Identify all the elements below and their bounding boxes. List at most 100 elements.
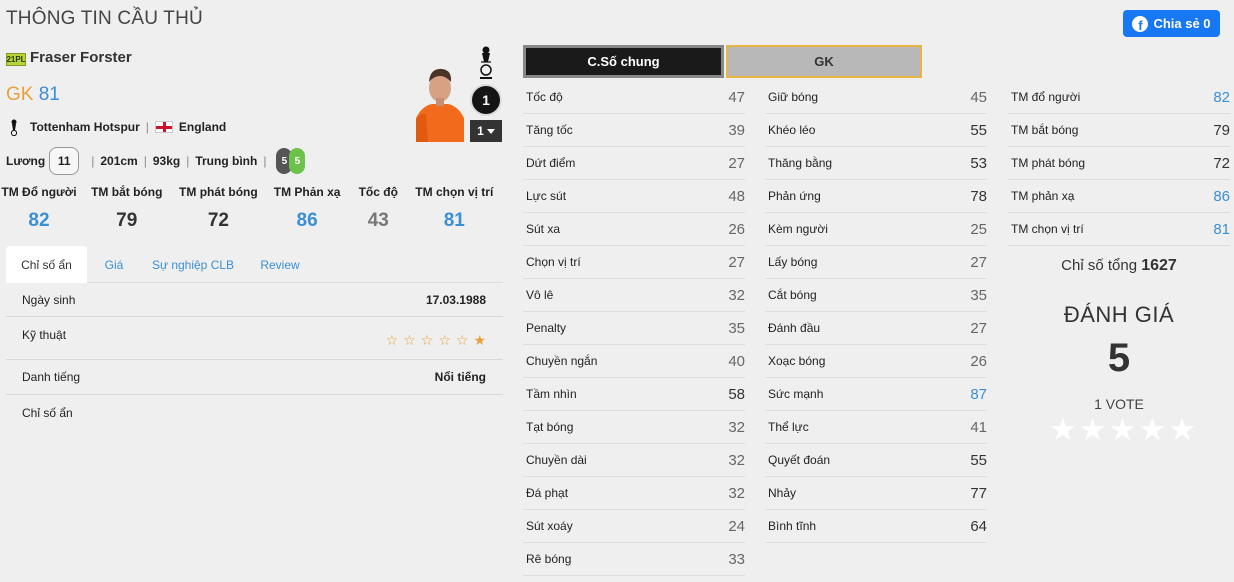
attributes-row: Lương 11 | 201cm | 93kg | Trung bình | 5… xyxy=(6,147,306,175)
star-icon[interactable]: ★ xyxy=(1168,414,1196,445)
info-label: Ngày sinh xyxy=(22,292,76,307)
star-icon[interactable]: ★ xyxy=(1079,414,1107,445)
stat-row: TM phản xạ 86 xyxy=(1008,180,1230,213)
separator: | xyxy=(145,120,149,134)
gk-stat: Tốc độ 43 xyxy=(353,185,404,232)
position: GK xyxy=(6,84,34,105)
stat-label: Lực sút xyxy=(526,189,567,203)
wage-badge: 11 xyxy=(49,147,80,175)
stat-value: 45 xyxy=(970,88,987,106)
tab-price[interactable]: Giá xyxy=(87,246,141,283)
stat-value: 39 xyxy=(728,121,745,139)
stat-label: Penalty xyxy=(526,321,567,335)
wage-label: Lương xyxy=(6,154,46,168)
stat-value: 48 xyxy=(728,187,745,205)
star-icon[interactable]: ★ xyxy=(1049,414,1077,445)
stat-value: 32 xyxy=(728,286,745,304)
stat-label: Quyết đoán xyxy=(768,453,831,467)
tab-gk-stats[interactable]: GK xyxy=(726,45,922,78)
stat-row: Tăng tốc 39 xyxy=(523,114,745,147)
separator: | xyxy=(263,154,267,168)
stat-label: Lấy bóng xyxy=(768,255,818,269)
stat-label: Nhảy xyxy=(768,486,797,500)
stat-row: Rê bóng 33 xyxy=(523,543,745,576)
tab-club-career[interactable]: Sự nghiệp CLB xyxy=(141,246,245,283)
stat-value: 87 xyxy=(970,385,987,403)
total-stats: Chỉ số tổng 1627 xyxy=(1011,257,1227,275)
star-icon[interactable]: ★ xyxy=(1138,414,1166,445)
stat-label: Tầm nhìn xyxy=(526,387,577,401)
gk-stat-value: 82 xyxy=(28,210,50,231)
stat-row: Thăng bằng 53 xyxy=(765,147,987,180)
stat-row: Sức mạnh 87 xyxy=(765,378,987,411)
stat-value: 72 xyxy=(1213,154,1230,172)
stat-label: Đánh đầu xyxy=(768,321,821,335)
stat-label: Khéo léo xyxy=(768,123,816,137)
stat-row: TM chọn vị trí 81 xyxy=(1008,213,1230,246)
stat-label: Vô lê xyxy=(526,288,554,302)
info-tabs: Chỉ số ẩn Giá Sự nghiệp CLB Review xyxy=(6,246,503,283)
facebook-icon: f xyxy=(1132,15,1149,32)
info-row-hidden: Chỉ số ẩn xyxy=(6,395,503,431)
info-row-birth: Ngày sinh 17.03.1988 xyxy=(6,283,503,317)
gk-stat: TM Đổ người 82 xyxy=(0,185,78,232)
gk-stat-label: TM Đổ người xyxy=(1,185,77,199)
stat-row: Khéo léo 55 xyxy=(765,114,987,147)
stat-row: TM bắt bóng 79 xyxy=(1008,114,1230,147)
skill-stars: ☆ ☆ ☆ ☆ ☆ ★ xyxy=(386,332,486,349)
total-value: 1627 xyxy=(1141,257,1177,274)
info-label: Chỉ số ẩn xyxy=(22,406,73,420)
stat-row: Sút xoáy 24 xyxy=(523,510,745,543)
stat-row: Kèm người 25 xyxy=(765,213,987,246)
stat-label: Sức mạnh xyxy=(768,387,824,401)
jersey-number-select[interactable]: 1 xyxy=(470,120,502,142)
height: 201cm xyxy=(100,154,138,168)
england-flag-icon xyxy=(154,121,173,133)
info-value: Nổi tiếng xyxy=(434,370,486,384)
stat-row: Thể lực 41 xyxy=(765,411,987,444)
vote-count: 1 VOTE xyxy=(1094,396,1144,412)
stat-value: 26 xyxy=(970,352,987,370)
star-filled-icon: ★ xyxy=(473,331,486,348)
stat-row: Tạt bóng 32 xyxy=(523,411,745,444)
stat-label: Thăng bằng xyxy=(768,156,833,170)
stat-label: Chuyền dài xyxy=(526,453,587,467)
star-outline-icon: ☆ xyxy=(420,331,434,348)
gk-stat-label: TM Phản xạ xyxy=(273,185,341,199)
player-name: Fraser Forster xyxy=(30,49,132,66)
gk-stat: TM Phản xạ 86 xyxy=(261,185,353,232)
stat-label: TM phản xạ xyxy=(1011,189,1075,203)
overall-rating: 81 xyxy=(38,84,60,105)
tab-hidden-stats[interactable]: Chỉ số ẩn xyxy=(6,246,87,283)
gk-stat-label: Tốc độ xyxy=(358,185,398,199)
info-label: Danh tiếng xyxy=(22,370,81,384)
stat-row: Lực sút 48 xyxy=(523,180,745,213)
gk-stat: TM bắt bóng 79 xyxy=(78,185,175,232)
stat-label: TM bắt bóng xyxy=(1011,123,1079,137)
share-button[interactable]: f Chia sẻ 0 xyxy=(1123,10,1220,37)
gk-stat-label: TM phát bóng xyxy=(179,185,258,199)
separator: | xyxy=(143,154,147,168)
stat-value: 27 xyxy=(728,154,745,172)
stat-label: TM đổ người xyxy=(1011,90,1081,104)
stat-row: TM phát bóng 72 xyxy=(1008,147,1230,180)
star-icon[interactable]: ★ xyxy=(1109,414,1137,445)
share-label: Chia sẻ 0 xyxy=(1153,16,1211,31)
tab-general-stats[interactable]: C.Số chung xyxy=(523,45,724,78)
stat-value: 33 xyxy=(728,550,745,568)
season-badge: 21PL xyxy=(6,53,26,66)
stat-row: Quyết đoán 55 xyxy=(765,444,987,477)
stat-label: Giữ bóng xyxy=(768,90,819,104)
tab-review[interactable]: Review xyxy=(245,246,315,283)
stat-row: Chuyền ngắn 40 xyxy=(523,345,745,378)
stats-column-2: Giữ bóng 45 Khéo léo 55 Thăng bằng 53 Phản ứng… xyxy=(765,81,987,543)
total-label: Chỉ số tổng xyxy=(1061,257,1138,274)
stat-label: Chọn vị trí xyxy=(526,255,581,269)
stat-value: 35 xyxy=(728,319,745,337)
stat-value: 55 xyxy=(970,451,987,469)
club-name: Tottenham Hotspur xyxy=(30,120,140,134)
star-outline-icon: ☆ xyxy=(438,331,451,348)
stat-label: Kèm người xyxy=(768,222,828,236)
stat-row: Xoạc bóng 26 xyxy=(765,345,987,378)
stat-label: Tạt bóng xyxy=(526,420,574,434)
